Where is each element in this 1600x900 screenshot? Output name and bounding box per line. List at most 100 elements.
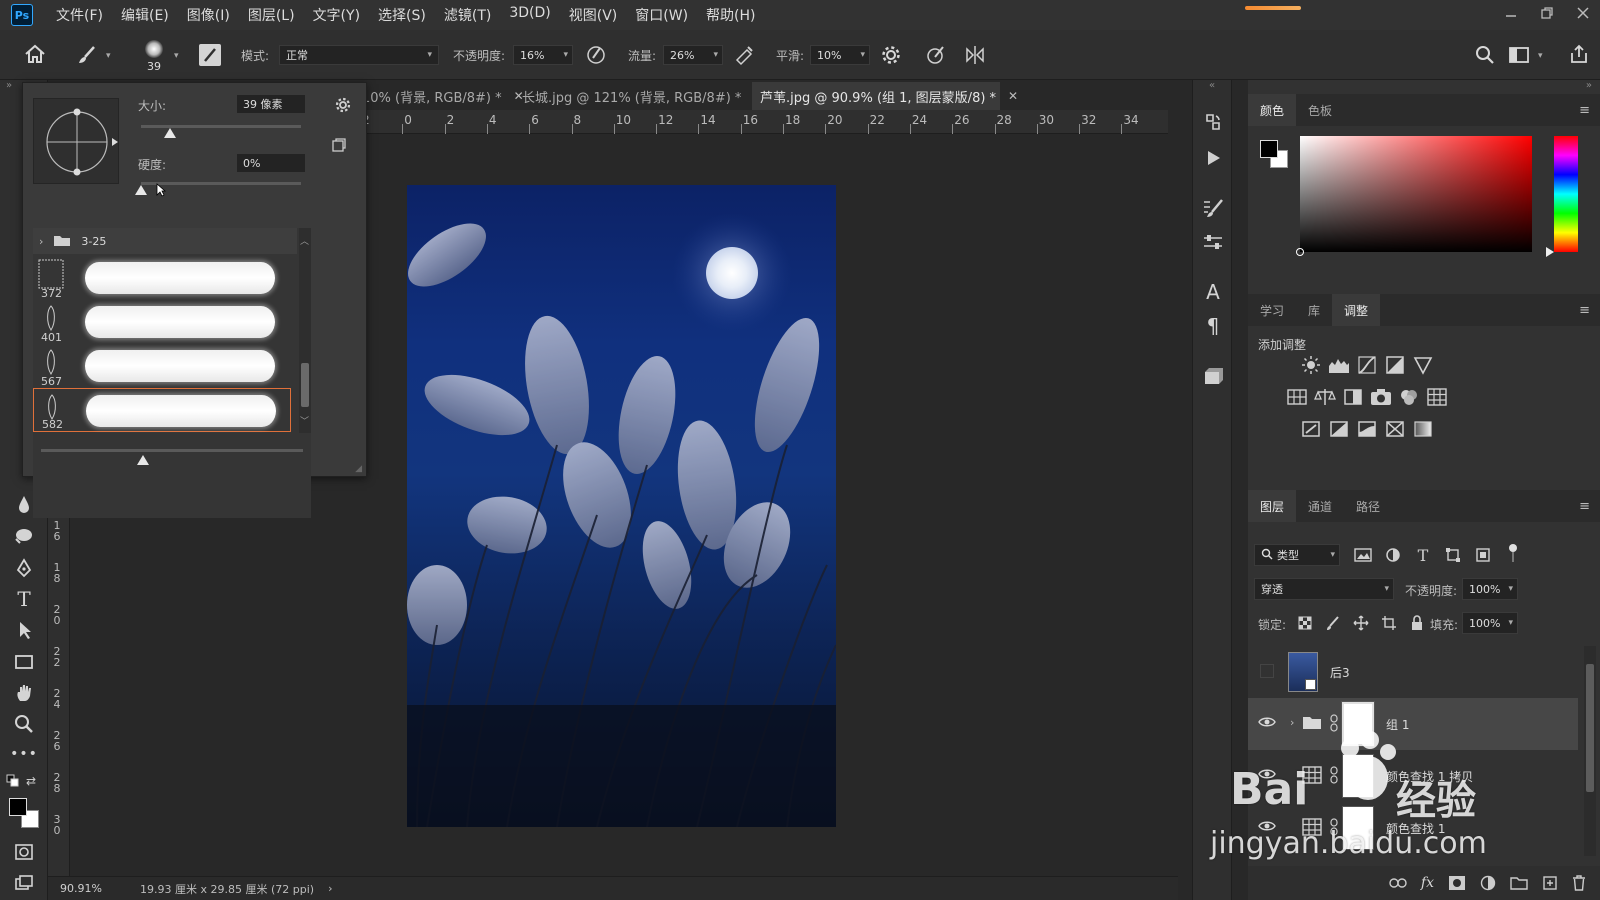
new-preset-icon[interactable] <box>331 137 347 153</box>
menu-type[interactable]: 文字(Y) <box>313 5 360 25</box>
layers-scrollbar[interactable] <box>1584 646 1596 856</box>
tab-adjustments[interactable]: 调整 <box>1332 294 1381 326</box>
lock-pixels-icon[interactable] <box>1322 612 1344 634</box>
restore-icon[interactable] <box>1540 6 1554 20</box>
brush-settings-icon[interactable] <box>1201 196 1225 220</box>
filter-pixel-icon[interactable] <box>1352 544 1374 566</box>
blend-mode-select[interactable]: 穿透 ▾ <box>1254 578 1394 600</box>
document-image[interactable] <box>407 185 836 827</box>
filter-adjustment-icon[interactable] <box>1382 544 1404 566</box>
tab-swatches[interactable]: 色板 <box>1296 94 1344 126</box>
invert-icon[interactable] <box>1300 418 1322 440</box>
hue-saturation-icon[interactable] <box>1286 386 1308 408</box>
paragraph-panel-icon[interactable]: ¶ <box>1201 314 1225 338</box>
hardness-input[interactable]: 0% <box>236 153 306 173</box>
history-icon[interactable] <box>1201 110 1225 134</box>
close-icon[interactable] <box>1576 6 1590 20</box>
hue-slider-handle[interactable] <box>1546 246 1554 260</box>
layer-filter-select[interactable]: 类型 ▾ <box>1254 544 1340 566</box>
tab-color[interactable]: 颜色 <box>1248 94 1297 126</box>
chevron-right-icon[interactable]: › <box>328 882 332 895</box>
scroll-thumb[interactable] <box>301 363 309 407</box>
minimize-icon[interactable] <box>1504 6 1518 20</box>
new-layer-icon[interactable] <box>1542 875 1558 891</box>
menu-filter[interactable]: 滤镜(T) <box>444 5 491 25</box>
hardness-slider-handle[interactable] <box>135 184 147 198</box>
chevron-right-icon[interactable]: › <box>39 235 43 248</box>
black-white-icon[interactable] <box>1342 386 1364 408</box>
size-input[interactable]: 39 像素 <box>236 94 306 114</box>
color-swatches[interactable] <box>7 796 41 830</box>
home-icon[interactable] <box>24 44 46 64</box>
menu-view[interactable]: 视图(V) <box>569 5 618 25</box>
layer-row[interactable]: › 组 1 <box>1248 698 1578 750</box>
resize-grip-icon[interactable]: ◢ <box>355 464 362 474</box>
brush-list-scrollbar[interactable]: ︿ ﹀ <box>299 228 311 433</box>
panel-menu-icon[interactable]: ≡ <box>1579 303 1590 318</box>
preview-size-handle[interactable] <box>137 454 149 468</box>
color-lookup-icon[interactable] <box>1426 386 1448 408</box>
brush-item-567[interactable]: 567 <box>33 344 291 388</box>
mode-select[interactable]: 正常 ▾ <box>279 45 439 65</box>
collapse-arrows-icon[interactable]: « <box>1209 80 1215 91</box>
airbrush-icon[interactable] <box>733 44 755 66</box>
brush-preset-picker[interactable]: 39 <box>140 38 168 76</box>
size-slider-handle[interactable] <box>164 127 176 141</box>
chevron-down-icon[interactable]: ▾ <box>174 51 179 61</box>
symmetry-icon[interactable] <box>964 44 986 66</box>
tab-library[interactable]: 库 <box>1296 294 1332 326</box>
menu-file[interactable]: 文件(F) <box>56 5 103 25</box>
tab-document-2[interactable]: 长城.jpg @ 121% (背景, RGB/8#) *✕ <box>514 82 763 110</box>
channel-mixer-icon[interactable] <box>1398 386 1420 408</box>
trash-icon[interactable] <box>1572 875 1586 891</box>
3d-panel-icon[interactable] <box>1201 364 1225 388</box>
brush-item-372[interactable]: 372 <box>33 256 291 300</box>
hue-slider[interactable] <box>1554 136 1578 252</box>
chevron-right-icon[interactable]: › <box>1290 716 1294 729</box>
tab-channels[interactable]: 通道 <box>1296 490 1344 522</box>
swap-colors-icon[interactable]: ⇄ <box>26 774 36 788</box>
selective-color-icon[interactable] <box>1384 418 1406 440</box>
screen-mode-icon[interactable] <box>12 871 36 895</box>
layer-row[interactable]: 后3 <box>1248 646 1578 698</box>
filter-toggle-icon[interactable] <box>1502 542 1524 564</box>
photo-filter-icon[interactable] <box>1370 386 1392 408</box>
adjustment-sliders-icon[interactable] <box>1201 230 1225 254</box>
collapse-arrows-icon[interactable]: » <box>1586 80 1592 91</box>
vibrance-icon[interactable] <box>1412 354 1434 376</box>
lock-all-icon[interactable] <box>1406 612 1428 634</box>
default-colors-icon[interactable] <box>6 774 20 791</box>
chevron-down-icon[interactable]: ▾ <box>106 51 111 61</box>
scroll-down-icon[interactable]: ﹀ <box>300 414 309 427</box>
collapse-arrows-icon[interactable]: » <box>6 80 12 91</box>
menu-layer[interactable]: 图层(L) <box>248 5 295 25</box>
tab-paths[interactable]: 路径 <box>1344 490 1392 522</box>
filter-shape-icon[interactable] <box>1442 544 1464 566</box>
tab-learn[interactable]: 学习 <box>1248 294 1296 326</box>
menu-help[interactable]: 帮助(H) <box>706 5 755 25</box>
flow-input[interactable]: 26% ▾ <box>663 45 723 65</box>
character-panel-icon[interactable]: A <box>1201 280 1225 304</box>
menu-select[interactable]: 选择(S) <box>378 5 426 25</box>
smoothing-input[interactable]: 10% ▾ <box>810 45 870 65</box>
foreground-color-swatch[interactable] <box>1260 140 1278 158</box>
path-selection-icon[interactable] <box>12 618 36 642</box>
hand-tool-icon[interactable] <box>12 681 36 705</box>
zoom-tool-icon[interactable] <box>12 712 36 736</box>
tab-document-1[interactable]: 10% (背景, RGB/8#) * ✕ <box>362 82 524 110</box>
pressure-size-icon[interactable] <box>925 44 947 66</box>
tab-document-3[interactable]: 芦苇.jpg @ 90.9% (组 1, 图层蒙版/8) * ✕ <box>752 82 1018 110</box>
zoom-level[interactable]: 90.91% <box>60 882 120 895</box>
layer-name[interactable]: 后3 <box>1330 664 1350 681</box>
menu-3d[interactable]: 3D(D) <box>509 5 550 25</box>
gear-icon[interactable] <box>334 96 352 114</box>
color-panel-swatches[interactable] <box>1258 138 1292 172</box>
brush-item-401[interactable]: 401 <box>33 300 291 344</box>
share-icon[interactable] <box>1568 43 1590 65</box>
search-icon[interactable] <box>1474 44 1496 66</box>
eye-icon[interactable] <box>1258 716 1276 731</box>
brush-tool-icon[interactable] <box>76 44 98 66</box>
layer-opacity-input[interactable]: 100% ▾ <box>1462 578 1518 600</box>
type-tool-icon[interactable]: T <box>12 587 36 611</box>
filter-smart-object-icon[interactable] <box>1472 544 1494 566</box>
